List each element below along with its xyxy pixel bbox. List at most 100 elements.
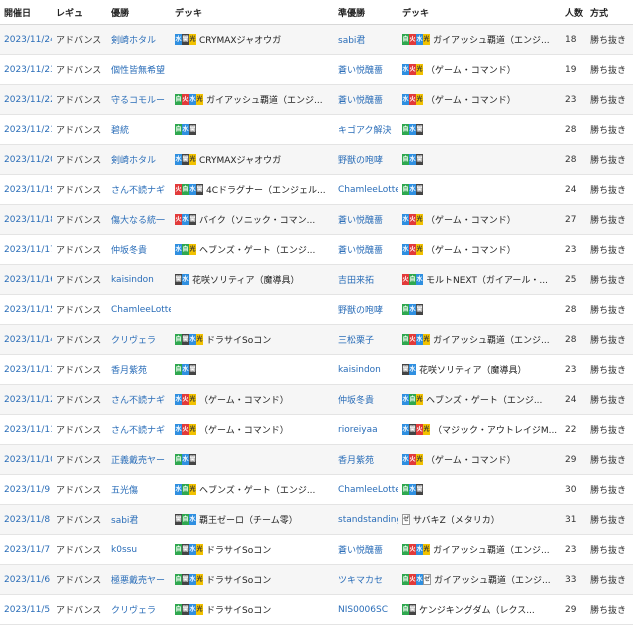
winner-link[interactable]: 香月紫苑 bbox=[107, 354, 171, 385]
deck-entry[interactable]: 水火光（ゲーム・コマンド） bbox=[402, 93, 516, 106]
deck-entry[interactable]: 水闇火光（マジック・アウトレイジM... bbox=[402, 423, 557, 436]
deck-entry[interactable]: 水火光（ゲーム・コマンド） bbox=[175, 423, 289, 436]
winner-link[interactable]: さん不読ナギ bbox=[107, 174, 171, 205]
runner-up-link[interactable]: standstanding bbox=[334, 504, 398, 535]
deck-name[interactable]: ガイアッシュ覇道（エンジ... bbox=[433, 33, 550, 46]
header-runner-up[interactable]: 準優勝 bbox=[334, 0, 398, 25]
date-link[interactable]: 2023/11/7 bbox=[0, 534, 52, 565]
deck-entry[interactable]: 自火水光ガイアッシュ覇道（エンジ... bbox=[402, 333, 550, 346]
deck-entry[interactable]: 水火光（ゲーム・コマンド） bbox=[175, 393, 289, 406]
winner-link[interactable]: 極悪戴売ヤー bbox=[107, 564, 171, 595]
winner-link[interactable]: kaisindon bbox=[107, 264, 171, 295]
deck-name[interactable]: （ゲーム・コマンド） bbox=[426, 453, 516, 466]
deck-entry[interactable]: 自火水ゼガイアッシュ覇道（エンジ... bbox=[402, 573, 551, 586]
deck-name[interactable]: 4Cドラグナー（エンジェル... bbox=[206, 183, 326, 196]
winner-link[interactable]: k0ssu bbox=[107, 534, 171, 565]
runner-up-link[interactable]: 蒼い悦醜薔 bbox=[334, 534, 398, 565]
header-players[interactable]: 人数 bbox=[561, 0, 586, 25]
deck-name[interactable]: モルトNEXT（ガイアール・... bbox=[426, 273, 548, 286]
deck-entry[interactable]: 自火水光ガイアッシュ覇道（エンジ... bbox=[402, 543, 550, 556]
deck-name[interactable]: バイク（ソニック・コマン... bbox=[199, 213, 315, 226]
deck-entry[interactable]: 自水闇 bbox=[402, 484, 426, 495]
runner-up-link[interactable]: 蒼い悦醜薔 bbox=[334, 84, 398, 115]
date-link[interactable]: 2023/11/20 bbox=[0, 144, 52, 175]
date-link[interactable]: 2023/11/9 bbox=[0, 474, 52, 505]
deck-name[interactable]: ドラサイSoコン bbox=[206, 333, 271, 346]
runner-up-link[interactable]: 香月紫苑 bbox=[334, 444, 398, 475]
deck-entry[interactable]: 自水闇 bbox=[175, 454, 199, 465]
winner-link[interactable]: 傷大なる統一 bbox=[107, 204, 171, 235]
header-format[interactable]: 方式 bbox=[586, 0, 633, 25]
runner-up-link[interactable]: 三松栗子 bbox=[334, 324, 398, 355]
deck-entry[interactable]: 水闇光 CRYMAXジャオウガ bbox=[175, 33, 281, 46]
deck-entry[interactable]: 火自水闇 4Cドラグナー（エンジェル... bbox=[175, 183, 326, 196]
date-link[interactable]: 2023/11/19 bbox=[0, 174, 52, 205]
deck-entry[interactable]: 自闇ケンジキングダム（レクス... bbox=[402, 603, 535, 616]
runner-up-link[interactable]: ツキマカセ bbox=[334, 564, 398, 595]
deck-name[interactable]: （ゲーム・コマンド） bbox=[426, 63, 516, 76]
deck-name[interactable]: ガイアッシュ覇道（エンジ... bbox=[206, 93, 323, 106]
header-regulation[interactable]: レギュ bbox=[52, 0, 107, 25]
deck-name[interactable]: ヘブンズ・ゲート（エンジ... bbox=[199, 243, 315, 256]
runner-up-link[interactable]: 吉田来拓 bbox=[334, 264, 398, 295]
deck-entry[interactable]: 自水闇 bbox=[175, 364, 199, 375]
winner-link[interactable]: 五光傷 bbox=[107, 474, 171, 505]
runner-up-link[interactable]: 野獣の咆哮 bbox=[334, 144, 398, 175]
deck-name[interactable]: CRYMAXジャオウガ bbox=[199, 33, 281, 46]
deck-name[interactable]: ドラサイSoコン bbox=[206, 603, 271, 616]
date-link[interactable]: 2023/11/24 bbox=[0, 24, 52, 55]
deck-entry[interactable]: 火水闇バイク（ソニック・コマン... bbox=[175, 213, 315, 226]
date-link[interactable]: 2023/11/6 bbox=[0, 564, 52, 595]
date-link[interactable]: 2023/11/22 bbox=[0, 84, 52, 115]
header-date[interactable]: 開催日 bbox=[0, 0, 52, 25]
deck-entry[interactable]: 自水闇 bbox=[402, 154, 426, 165]
deck-name[interactable]: 覇王ゼーロ（チーム零） bbox=[199, 513, 298, 526]
deck-name[interactable]: （ゲーム・コマンド） bbox=[199, 423, 289, 436]
deck-entry[interactable]: 闇水花咲ソリティア（魔導具） bbox=[175, 273, 299, 286]
deck-entry[interactable]: 火自水モルトNEXT（ガイアール・... bbox=[402, 273, 548, 286]
deck-name[interactable]: ガイアッシュ覇道（エンジ... bbox=[434, 573, 551, 586]
deck-entry[interactable]: 水火光（ゲーム・コマンド） bbox=[402, 213, 516, 226]
runner-up-link[interactable]: ChamleeLotte bbox=[334, 174, 398, 205]
deck-entry[interactable]: 自闇水光ドラサイSoコン bbox=[175, 603, 271, 616]
deck-entry[interactable]: 水自光ヘブンズ・ゲート（エンジ... bbox=[402, 393, 542, 406]
deck-entry[interactable]: 闇自水覇王ゼーロ（チーム零） bbox=[175, 513, 298, 526]
deck-name[interactable]: （ゲーム・コマンド） bbox=[199, 393, 289, 406]
winner-link[interactable]: 守るコモルー bbox=[107, 84, 171, 115]
date-link[interactable]: 2023/11/5 bbox=[0, 594, 52, 625]
runner-up-link[interactable]: 仲坂冬貴 bbox=[334, 384, 398, 415]
runner-up-link[interactable]: 蒼い悦醜薔 bbox=[334, 204, 398, 235]
deck-name[interactable]: （ゲーム・コマンド） bbox=[426, 213, 516, 226]
winner-link[interactable]: クリヴェラ bbox=[107, 324, 171, 355]
deck-entry[interactable]: 自水闇 bbox=[175, 124, 199, 135]
date-link[interactable]: 2023/11/18 bbox=[0, 204, 52, 235]
deck-name[interactable]: （ゲーム・コマンド） bbox=[426, 243, 516, 256]
deck-entry[interactable]: 自火水光ガイアッシュ覇道（エンジ... bbox=[402, 33, 550, 46]
date-link[interactable]: 2023/11/15 bbox=[0, 294, 52, 325]
deck-entry[interactable]: 自水闇 bbox=[402, 184, 426, 195]
header-deck[interactable]: デッキ bbox=[171, 0, 334, 25]
date-link[interactable]: 2023/11/17 bbox=[0, 234, 52, 265]
winner-link[interactable]: sabi君 bbox=[107, 504, 171, 535]
date-link[interactable]: 2023/11/11 bbox=[0, 414, 52, 445]
deck-name[interactable]: ガイアッシュ覇道（エンジ... bbox=[433, 333, 550, 346]
date-link[interactable]: 2023/11/12 bbox=[0, 384, 52, 415]
deck-entry[interactable]: 自火水光ガイアッシュ覇道（エンジ... bbox=[175, 93, 323, 106]
winner-link[interactable]: ChamleeLotte bbox=[107, 294, 171, 325]
winner-link[interactable]: さん不読ナギ bbox=[107, 414, 171, 445]
deck-entry[interactable]: ゼサバキZ（メタリカ） bbox=[402, 513, 500, 526]
date-link[interactable]: 2023/11/13 bbox=[0, 354, 52, 385]
deck-name[interactable]: 花咲ソリティア（魔導具） bbox=[192, 273, 299, 286]
runner-up-link[interactable]: rioreiyaa bbox=[334, 414, 398, 445]
runner-up-link[interactable]: 蒼い悦醜薔 bbox=[334, 234, 398, 265]
deck-name[interactable]: ヘブンズ・ゲート（エンジ... bbox=[426, 393, 542, 406]
winner-link[interactable]: 碧統 bbox=[107, 114, 171, 145]
runner-up-link[interactable]: sabi君 bbox=[334, 24, 398, 55]
deck-entry[interactable]: 水火光（ゲーム・コマンド） bbox=[402, 63, 516, 76]
deck-entry[interactable]: 水闇光 CRYMAXジャオウガ bbox=[175, 153, 281, 166]
deck-entry[interactable]: 闇水花咲ソリティア（魔導具） bbox=[402, 363, 526, 376]
header-runner-up-deck[interactable]: デッキ bbox=[398, 0, 561, 25]
runner-up-link[interactable]: 蒼い悦醜薔 bbox=[334, 54, 398, 85]
date-link[interactable]: 2023/11/16 bbox=[0, 264, 52, 295]
date-link[interactable]: 2023/11/23 bbox=[0, 54, 52, 85]
